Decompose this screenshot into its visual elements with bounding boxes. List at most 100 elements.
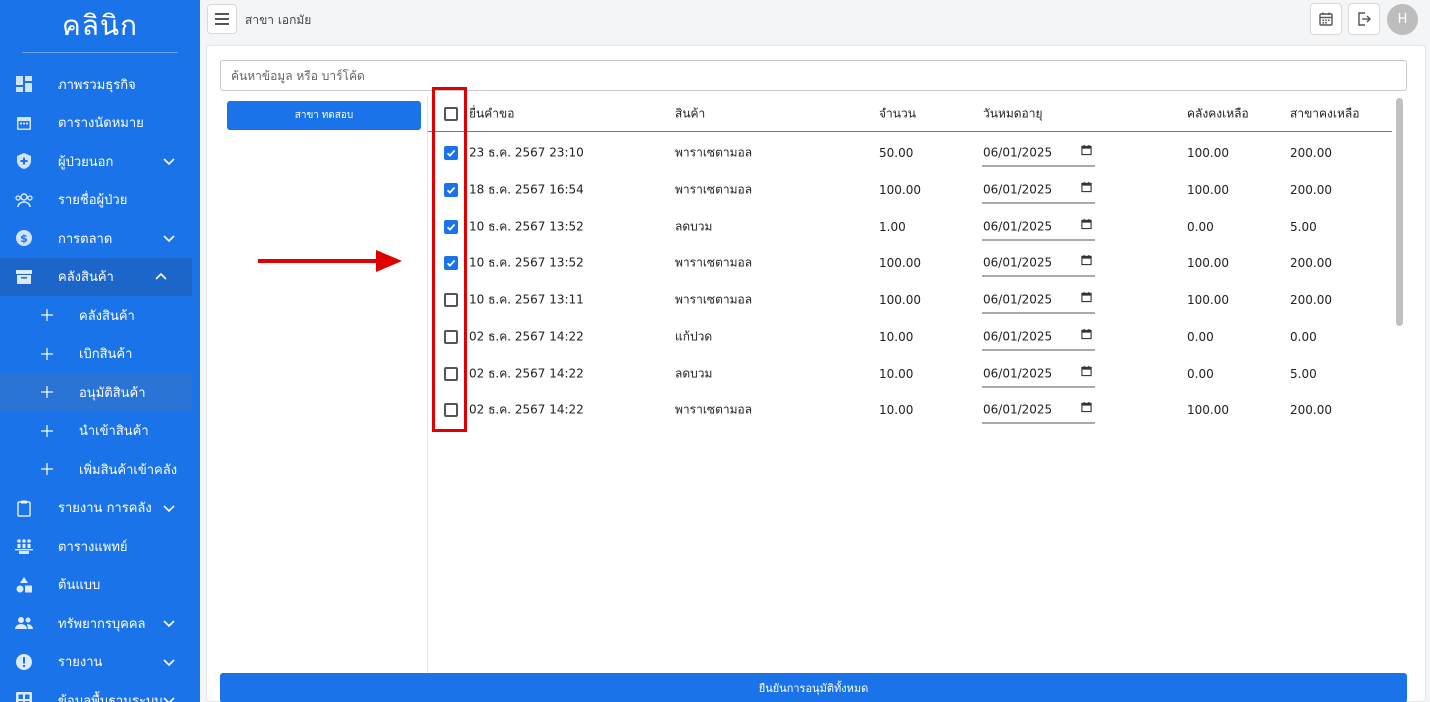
table-row: 02 ธ.ค. 2567 14:22 แก้ปวด 10.00 06/01/2025 0… (428, 319, 1392, 356)
branch-stock: 200.00 (1290, 403, 1332, 418)
approval-table: ยื่นคำขอ สินค้า จำนวน วันหมดอายุ คลังคงเ… (428, 96, 1392, 432)
expiry-date-input[interactable]: 06/01/2025 (982, 397, 1095, 424)
sidebar-item-label: เบิกสินค้า (79, 347, 133, 363)
chevron-down-icon (163, 620, 175, 628)
sidebar-nav: ภาพรวมธุรกิจตารางนัดหมาย ผู้ป่วยนอกรายชื่… (0, 65, 200, 702)
calendar-picker-icon[interactable] (1081, 255, 1092, 266)
calendar-button[interactable] (1310, 3, 1342, 35)
hamburger-icon (215, 13, 229, 25)
product-name: ลดบวม (675, 219, 713, 234)
topbar: สาขา เอกมัย H (200, 0, 1430, 38)
expiry-date-value: 06/01/2025 (983, 219, 1053, 234)
dollar-icon: $ (14, 228, 34, 248)
sidebar-item-14[interactable]: ทรัพยากรบุคคล (0, 604, 200, 643)
branch-stock: 5.00 (1290, 366, 1317, 381)
expiry-date-input[interactable]: 06/01/2025 (982, 213, 1095, 241)
column-header-expiry: วันหมดอายุ (983, 106, 1043, 120)
sidebar-item-label: รายงาน (58, 655, 103, 671)
table-scrollbar[interactable] (1394, 96, 1404, 432)
calendar-picker-icon[interactable] (1081, 292, 1092, 303)
clipboard-icon (14, 498, 34, 518)
branch-stock: 200.00 (1290, 293, 1332, 308)
quantity: 10.00 (879, 366, 914, 381)
table-header: ยื่นคำขอ สินค้า จำนวน วันหมดอายุ คลังคงเ… (428, 96, 1392, 132)
expiry-date-input[interactable]: 06/01/2025 (982, 323, 1095, 351)
sidebar-item-7[interactable]: เบิกสินค้า (0, 335, 200, 374)
shapes-icon (14, 575, 34, 595)
sidebar-item-label: รายชื่อผู้ป่วย (58, 193, 128, 209)
calendar-picker-icon[interactable] (1081, 181, 1092, 193)
table-row: 23 ธ.ค. 2567 23:10 พาราเซตามอล 50.00 06/01/… (428, 135, 1392, 172)
sidebar-item-13[interactable]: ต้นแบบ (0, 566, 200, 605)
menu-toggle-button[interactable] (207, 4, 237, 34)
expiry-date-input[interactable]: 06/01/2025 (982, 250, 1095, 277)
expiry-date-value: 06/01/2025 (983, 402, 1053, 417)
request-date: 02 ธ.ค. 2567 14:22 (469, 402, 584, 417)
calendar-picker-icon[interactable] (1081, 218, 1092, 229)
sidebar-item-1[interactable]: ตารางนัดหมาย (0, 104, 200, 143)
product-name: พาราเซตามอล (675, 255, 753, 270)
avatar[interactable]: H (1387, 4, 1418, 35)
dashboard-icon (14, 74, 34, 94)
calendar-picker-icon[interactable] (1081, 402, 1092, 413)
expiry-date-input[interactable]: 06/01/2025 (982, 177, 1095, 204)
sidebar-item-9[interactable]: นำเข้าสินค้า (0, 412, 200, 451)
plus-icon (37, 382, 57, 402)
warehouse-stock: 100.00 (1187, 256, 1229, 271)
confirm-all-button[interactable]: ยืนยันการอนุมัติทั้งหมด (220, 673, 1407, 702)
expiry-date-input[interactable]: 06/01/2025 (982, 360, 1095, 388)
chevron-down-icon (163, 158, 175, 166)
sidebar-item-label: อนุมัติสินค้า (79, 385, 146, 401)
warehouse-stock: 100.00 (1187, 183, 1229, 198)
svg-text:$: $ (20, 232, 28, 245)
branch-stock: 200.00 (1290, 183, 1332, 198)
branch-stock: 0.00 (1290, 329, 1317, 344)
sidebar-item-15[interactable]: รายงาน (0, 643, 200, 682)
branch-select-button[interactable]: สาขา ทดสอบ (227, 101, 421, 130)
sidebar-item-12[interactable]: ตารางแพทย์ (0, 527, 200, 566)
warehouse-stock: 100.00 (1187, 146, 1229, 161)
scrollbar-thumb[interactable] (1396, 98, 1403, 326)
warehouse-stock: 100.00 (1187, 403, 1229, 418)
sidebar-item-8[interactable]: อนุมัติสินค้า (0, 373, 192, 412)
table-row: 10 ธ.ค. 2567 13:52 พาราเซตามอล 100.00 06/01… (428, 245, 1392, 282)
column-header-warehouse-stock: คลังคงเหลือ (1187, 106, 1249, 120)
request-date: 02 ธ.ค. 2567 14:22 (469, 366, 584, 381)
table-row: 10 ธ.ค. 2567 13:11 พาราเซตามอล 100.00 06/01… (428, 282, 1392, 319)
quantity: 50.00 (879, 146, 914, 161)
sidebar-item-16[interactable]: ข้อมูลพื้นฐานระบบ (0, 681, 200, 702)
alert-icon (14, 652, 34, 672)
sidebar-item-3[interactable]: รายชื่อผู้ป่วย (0, 181, 200, 220)
sidebar-item-0[interactable]: ภาพรวมธุรกิจ (0, 65, 200, 104)
request-date: 10 ธ.ค. 2567 13:52 (469, 219, 584, 234)
sidebar-item-label: ภาพรวมธุรกิจ (58, 77, 136, 93)
chevron-down-icon (163, 235, 175, 243)
chevron-down-icon (163, 659, 175, 666)
sidebar-item-4[interactable]: $ การตลาด (0, 219, 200, 258)
sidebar-item-10[interactable]: เพิ่มสินค้าเข้าคลัง (0, 450, 200, 489)
expiry-date-input[interactable]: 06/01/2025 (982, 140, 1095, 167)
search-input[interactable] (220, 60, 1407, 91)
team-icon (14, 536, 34, 556)
sidebar-item-5[interactable]: คลังสินค้า (0, 257, 192, 296)
approval-card: สาขา ทดสอบ ยื่นคำขอ สินค้า จำนวน วันหมดอ… (206, 45, 1426, 702)
logout-button[interactable] (1348, 3, 1380, 35)
chevron-down-icon (163, 697, 175, 702)
sidebar-item-2[interactable]: ผู้ป่วยนอก (0, 142, 200, 181)
calendar-picker-icon[interactable] (1081, 145, 1092, 156)
calendar-picker-icon[interactable] (1081, 365, 1092, 376)
expiry-date-value: 06/01/2025 (983, 329, 1053, 344)
sidebar-item-label: การตลาด (58, 231, 113, 247)
sidebar: คลินิก ภาพรวมธุรกิจ ตารางนัดหมาย ผู้ป่วยนอ… (0, 0, 200, 702)
sidebar-item-6[interactable]: คลังสินค้า (0, 296, 200, 335)
calendar-picker-icon[interactable] (1081, 328, 1092, 339)
sidebar-item-11[interactable]: รายงาน การคลัง (0, 489, 200, 528)
request-date: 02 ธ.ค. 2567 14:22 (469, 329, 584, 344)
calendar-icon (1319, 12, 1333, 26)
product-name: พาราเซตามอล (675, 402, 753, 417)
chevron-down-icon (163, 505, 175, 512)
expiry-date-input[interactable]: 06/01/2025 (982, 287, 1095, 314)
column-header-branch-stock: สาขาคงเหลือ (1290, 106, 1360, 120)
product-name: พาราเซตามอล (675, 145, 753, 160)
grid-icon (14, 690, 34, 702)
